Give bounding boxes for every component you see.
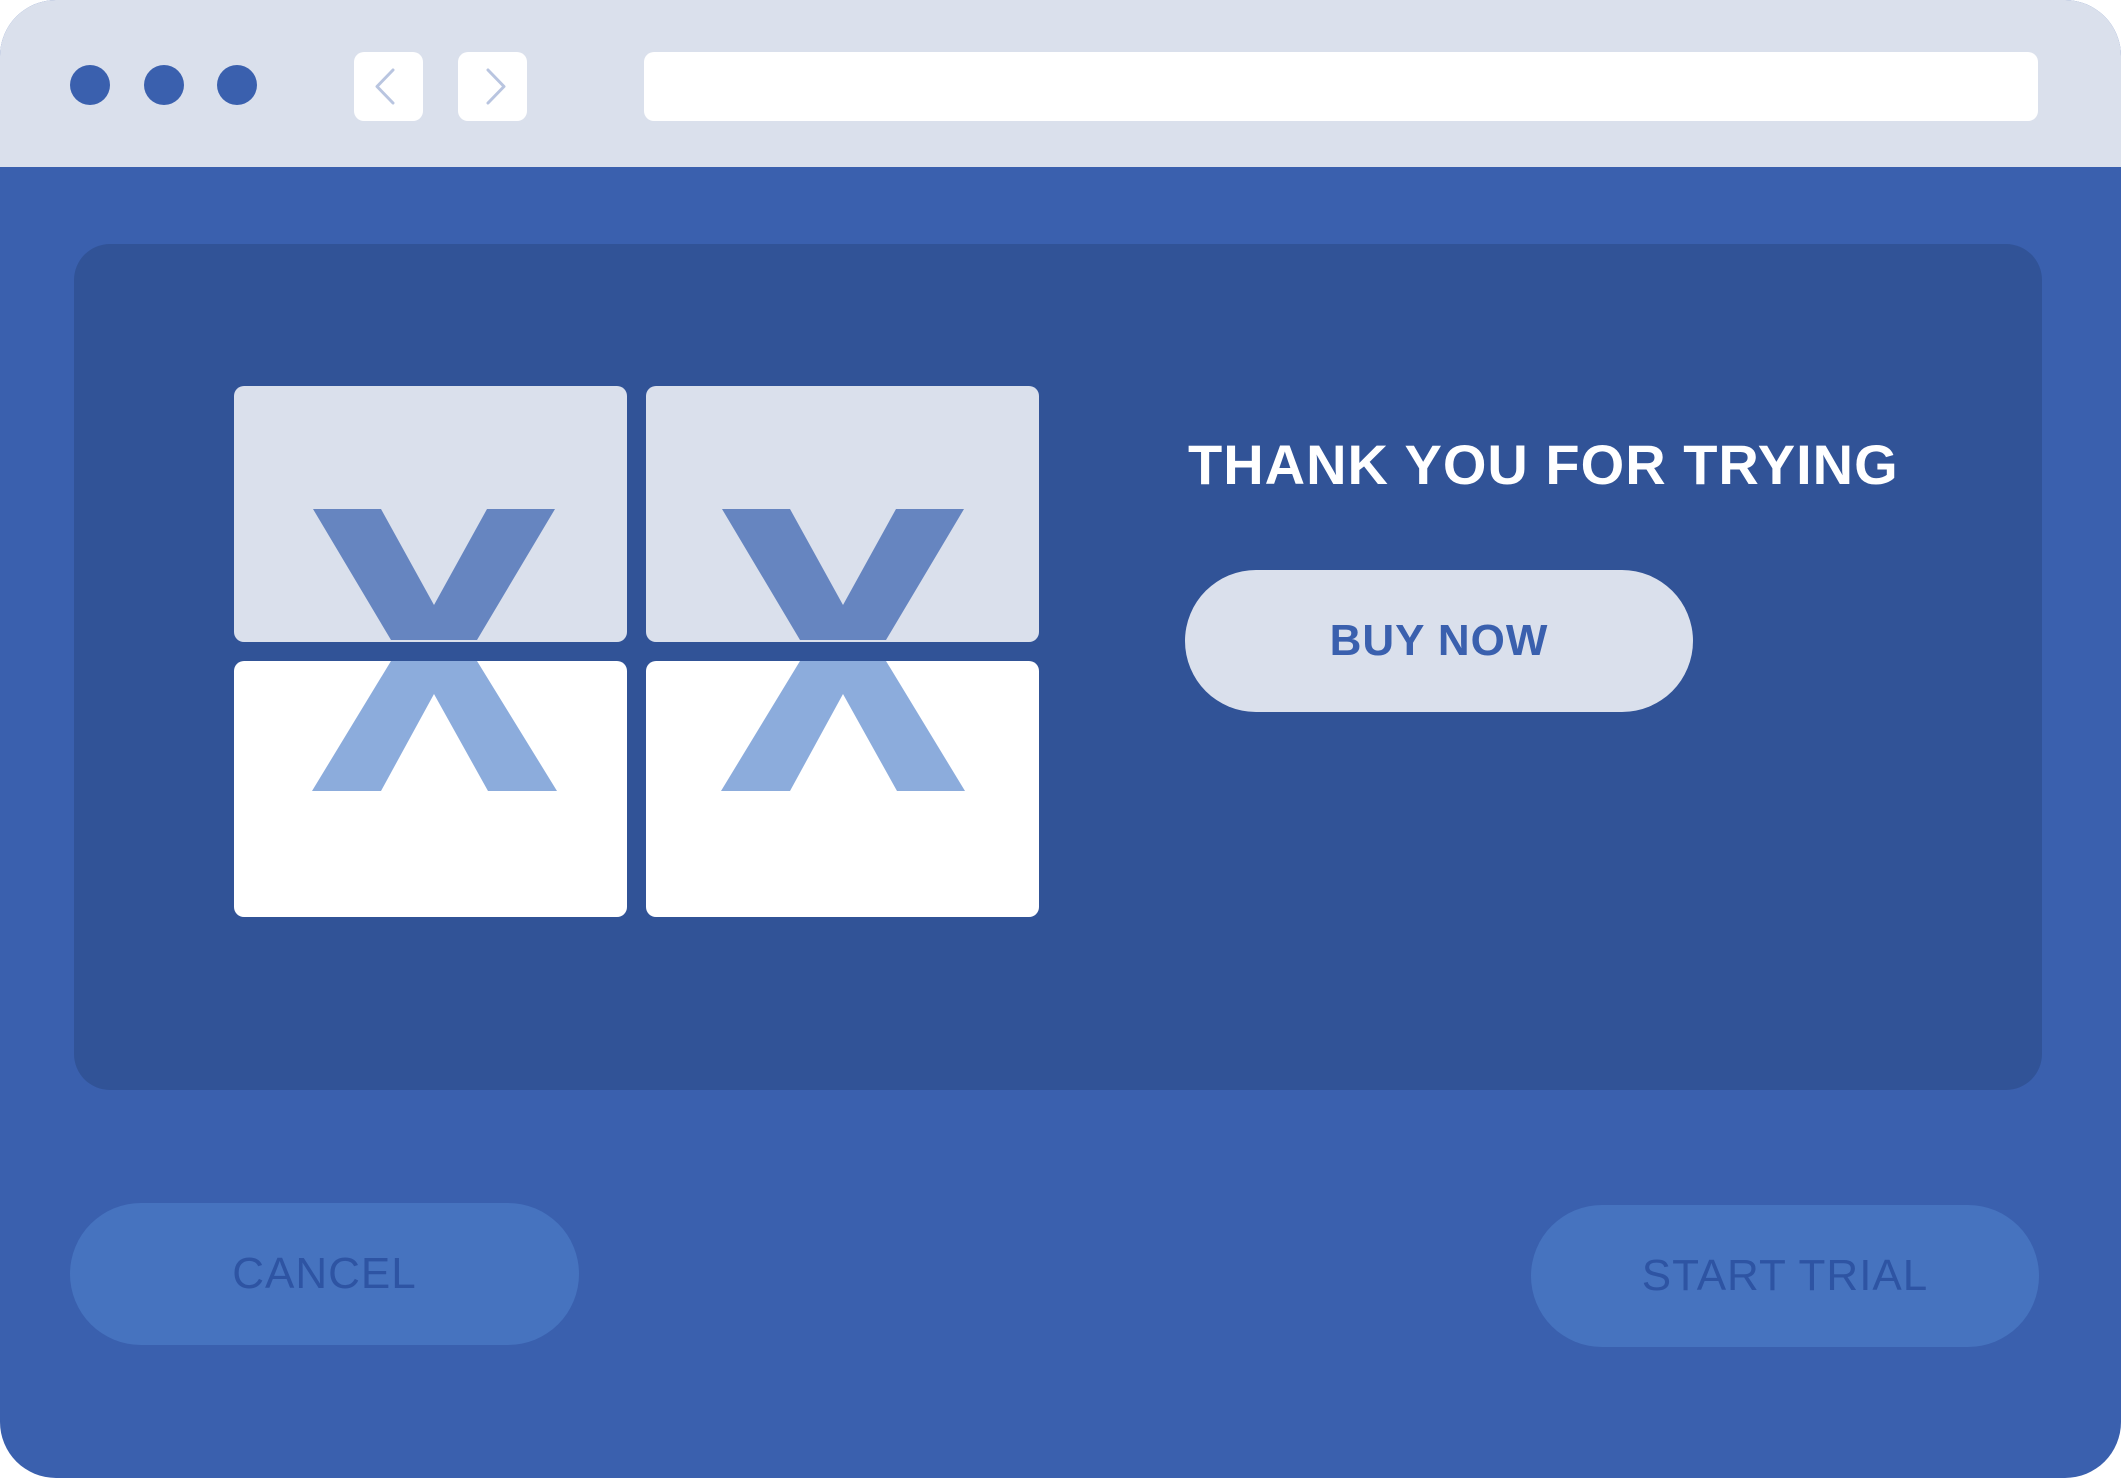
cancel-button[interactable]: CANCEL bbox=[70, 1203, 579, 1345]
browser-window: THANK YOU FOR TRYING BUY NOW CANCEL STAR… bbox=[0, 0, 2121, 1478]
logo-tile-top-right bbox=[646, 386, 1039, 642]
logo-tile-top-left bbox=[234, 386, 627, 642]
window-dot-close[interactable] bbox=[70, 65, 110, 105]
browser-titlebar bbox=[0, 0, 2121, 167]
address-bar[interactable] bbox=[644, 52, 2038, 121]
buy-now-button[interactable]: BUY NOW bbox=[1185, 570, 1693, 712]
window-dot-maximize[interactable] bbox=[217, 65, 257, 105]
logo-tile-bottom-left bbox=[234, 661, 627, 917]
chevron-left-icon bbox=[375, 68, 395, 105]
window-dot-minimize[interactable] bbox=[144, 65, 184, 105]
page-title: THANK YOU FOR TRYING bbox=[1188, 433, 1899, 496]
forward-button[interactable] bbox=[458, 52, 527, 121]
logo-tile-bottom-right bbox=[646, 661, 1039, 917]
back-button[interactable] bbox=[354, 52, 423, 121]
start-trial-button[interactable]: START TRIAL bbox=[1531, 1205, 2039, 1347]
chevron-right-icon bbox=[486, 68, 506, 105]
